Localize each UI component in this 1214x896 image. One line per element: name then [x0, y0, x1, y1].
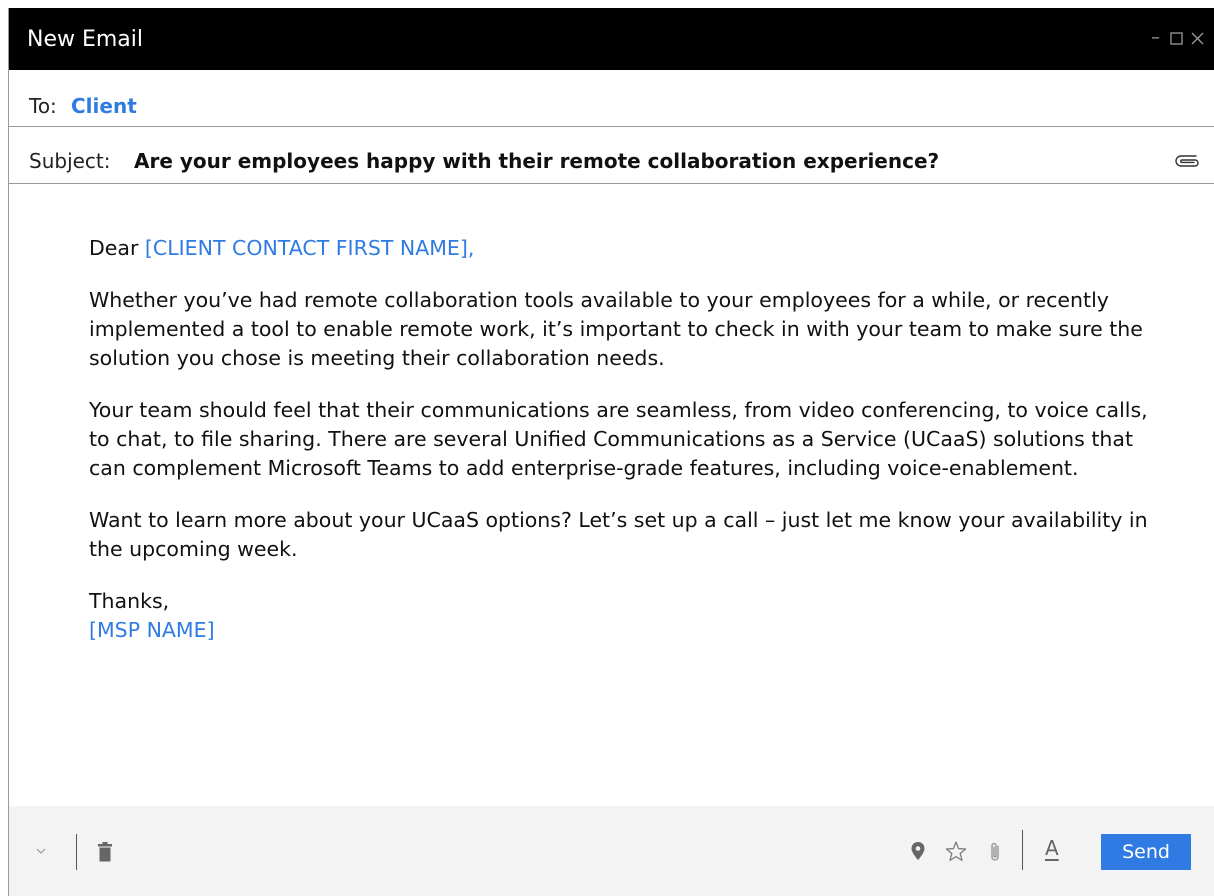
body-paragraph-1: Whether you’ve had remote collaboration …: [89, 288, 1143, 370]
paperclip-icon[interactable]: [1174, 153, 1200, 169]
body-paragraph-3: Want to learn more about your UCaaS opti…: [89, 508, 1148, 561]
window-controls: –: [1147, 26, 1206, 50]
signoff: Thanks,: [89, 589, 170, 613]
font-color-icon[interactable]: A: [1045, 836, 1059, 860]
title-bar: New Email –: [9, 8, 1214, 70]
client-name-placeholder: [CLIENT CONTACT FIRST NAME],: [144, 236, 475, 260]
window-title: New Email: [27, 27, 144, 52]
subject-field[interactable]: Subject: Are your employees happy with t…: [9, 127, 1214, 184]
chevron-down-icon[interactable]: [35, 846, 47, 856]
star-icon[interactable]: [945, 841, 967, 862]
compose-toolbar: A Send: [9, 806, 1214, 896]
maximize-icon[interactable]: [1168, 31, 1185, 45]
location-pin-icon[interactable]: [911, 842, 925, 860]
paperclip-icon[interactable]: [989, 841, 1001, 863]
greeting: Dear [CLIENT CONTACT FIRST NAME],: [89, 234, 1149, 263]
subject-text[interactable]: Are your employees happy with their remo…: [134, 149, 939, 173]
send-button[interactable]: Send: [1101, 834, 1191, 870]
signature-block: Thanks, [MSP NAME]: [89, 587, 1149, 645]
to-field[interactable]: To: Client: [9, 70, 1214, 127]
toolbar-divider: [76, 834, 77, 870]
close-icon[interactable]: [1189, 32, 1206, 45]
minimize-icon[interactable]: –: [1147, 26, 1164, 50]
toolbar-divider: [1022, 830, 1023, 870]
to-recipient[interactable]: Client: [71, 94, 137, 118]
subject-label: Subject:: [29, 149, 111, 173]
msp-name-placeholder: [MSP NAME]: [89, 618, 215, 642]
email-compose-window: New Email – To: Client Subject: Are your…: [8, 8, 1214, 896]
trash-icon[interactable]: [97, 842, 113, 862]
greeting-text: Dear: [89, 236, 145, 260]
to-label: To:: [29, 94, 57, 118]
body-paragraph-2: Your team should feel that their communi…: [89, 398, 1148, 480]
message-body[interactable]: Dear [CLIENT CONTACT FIRST NAME], Whethe…: [89, 234, 1149, 668]
